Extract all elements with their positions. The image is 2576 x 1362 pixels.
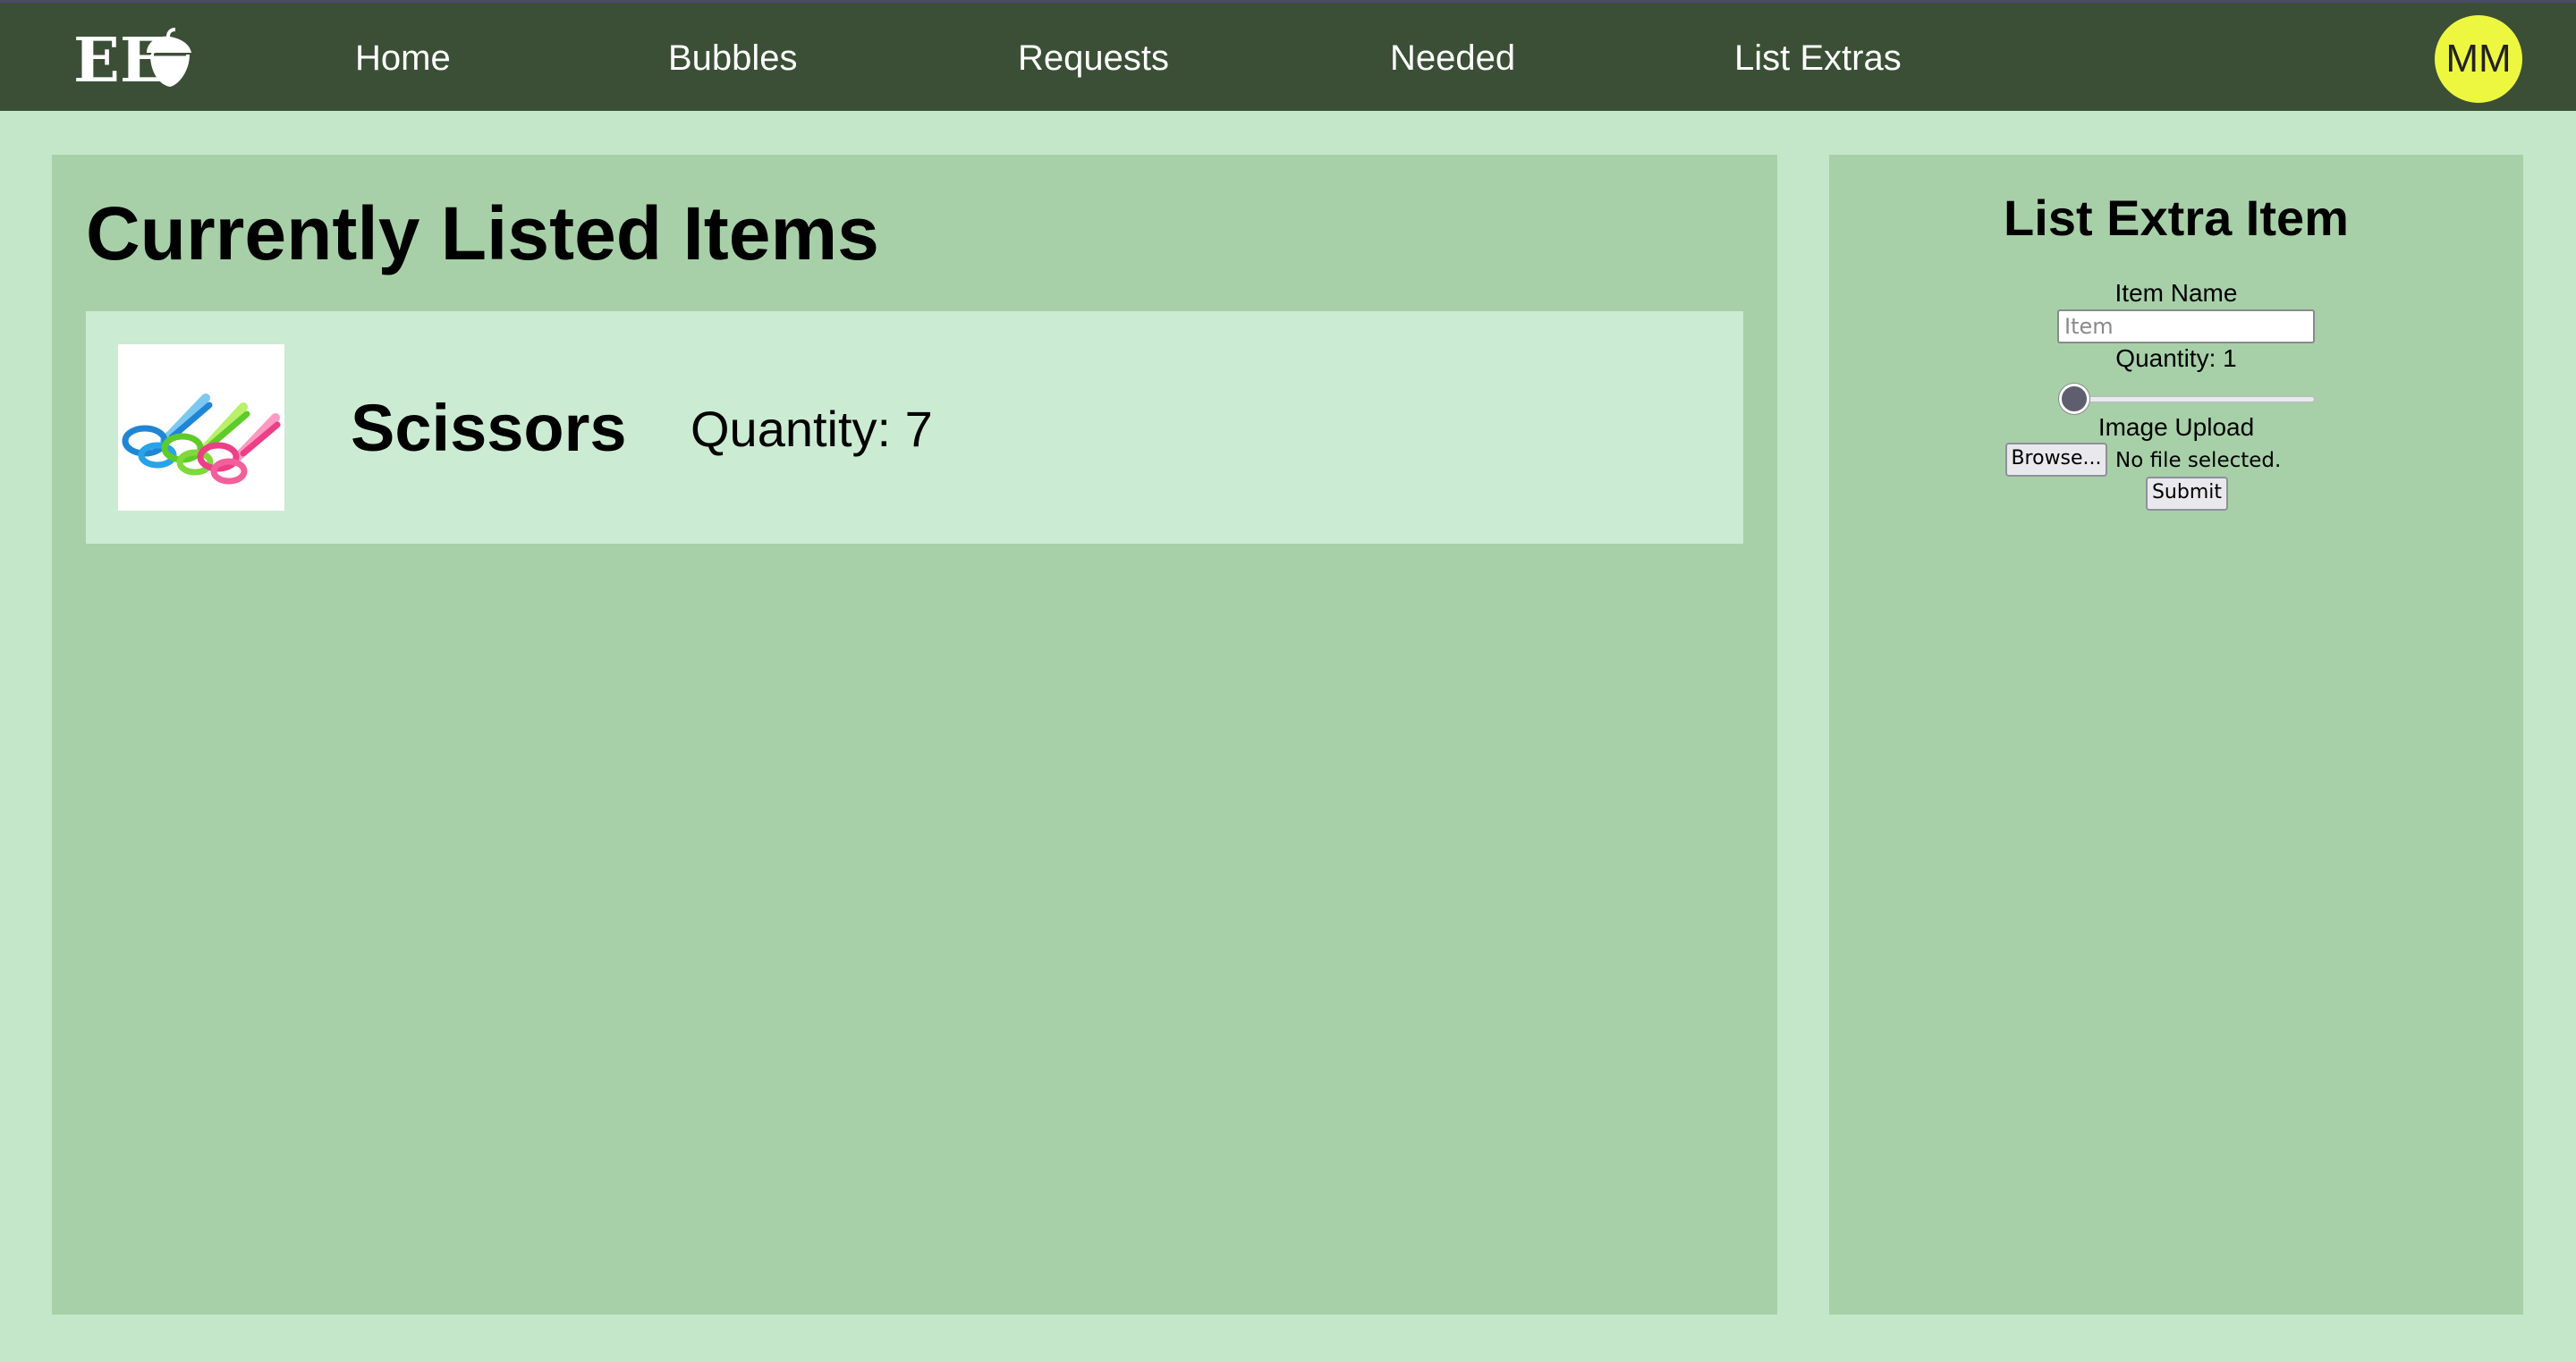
scissors-icon	[122, 393, 281, 485]
form-title: List Extra Item	[2004, 190, 2349, 246]
item-name-input[interactable]	[2057, 309, 2315, 343]
top-navbar: EE Home Bubbles Requests Needed List Ext…	[0, 0, 2576, 111]
nav-link-needed[interactable]: Needed	[1390, 37, 1515, 80]
item-quantity: Quantity: 7	[691, 401, 933, 457]
quantity-label: Quantity: 1	[2115, 344, 2237, 372]
listed-items-panel: Currently Listed Items Scissors Quantity…	[52, 155, 1777, 1315]
pink-scissors	[197, 413, 281, 485]
slider-track	[2064, 396, 2315, 402]
image-upload-label: Image Upload	[2097, 413, 2255, 441]
item-image	[118, 344, 284, 511]
quantity-slider[interactable]	[2057, 381, 2317, 417]
submit-button[interactable]: Submit	[2146, 477, 2228, 511]
page-title: Currently Listed Items	[86, 191, 879, 275]
list-item[interactable]: Scissors Quantity: 7	[86, 311, 1743, 544]
logo[interactable]: EE	[73, 25, 199, 97]
item-name-label: Item Name	[2114, 279, 2238, 307]
avatar[interactable]: MM	[2435, 15, 2522, 103]
logo-mark: EE	[73, 25, 191, 97]
slider-thumb[interactable]	[2059, 384, 2089, 414]
nav-link-list-extras[interactable]: List Extras	[1734, 37, 1902, 80]
browse-button[interactable]: Browse...	[2005, 443, 2107, 477]
item-name: Scissors	[351, 391, 627, 465]
nav-link-requests[interactable]: Requests	[1018, 37, 1169, 80]
file-status: No file selected.	[2115, 449, 2282, 472]
nav-link-bubbles[interactable]: Bubbles	[668, 37, 798, 80]
nav-link-home[interactable]: Home	[355, 37, 451, 80]
list-extra-item-form: List Extra Item Item Name Quantity: 1 Im…	[1829, 155, 2523, 1315]
